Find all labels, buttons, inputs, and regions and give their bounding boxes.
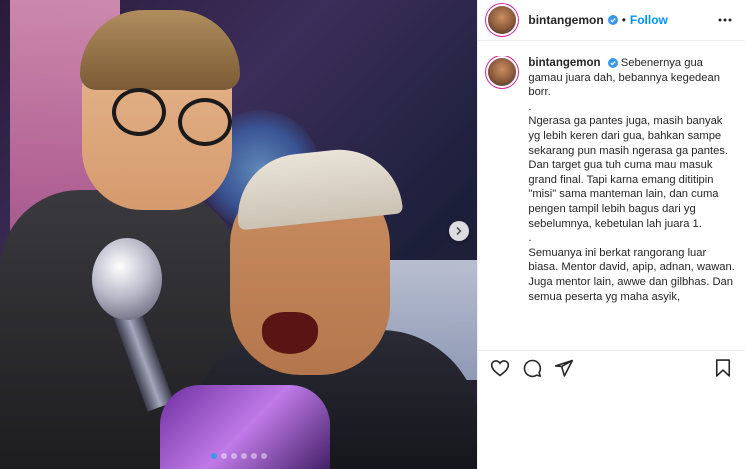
caption-paragraph: . [528, 232, 532, 245]
bookmark-icon [716, 358, 731, 377]
instagram-post: bintangemon • Follow bintangemon Sebener… [0, 0, 745, 469]
avatar[interactable] [488, 58, 517, 86]
verified-badge-icon [607, 15, 618, 25]
person-right-mouth [262, 312, 318, 354]
carousel-dot [230, 453, 237, 459]
carousel-dot [210, 453, 217, 459]
carousel-next-button[interactable] [449, 221, 469, 241]
carousel-indicator [0, 453, 477, 459]
caption-paragraph: Ngerasa ga pantes juga, masih banyak yg … [528, 115, 729, 230]
glasses-right-lens [178, 98, 232, 146]
post-actions [478, 350, 745, 384]
heart-icon [491, 359, 510, 377]
comment-button[interactable] [520, 356, 544, 380]
carousel-dot [240, 453, 247, 459]
save-button[interactable] [711, 356, 735, 380]
chevron-right-icon [456, 226, 462, 236]
caption-comment: bintangemon Sebenernya gua gamau juara d… [478, 56, 745, 304]
caption-paragraph: Semuanya ini berkat rangorang luar biasa… [528, 246, 735, 303]
post-header: bintangemon • Follow [478, 0, 745, 41]
verified-badge-icon [607, 58, 618, 69]
share-button[interactable] [552, 356, 576, 380]
more-options-button[interactable] [715, 10, 735, 30]
separator-dot: • [621, 13, 626, 27]
carousel-dot [250, 453, 257, 459]
comments-section[interactable]: bintangemon Sebenernya gua gamau juara d… [478, 56, 745, 342]
avatar[interactable] [488, 6, 517, 34]
header-username[interactable]: bintangemon [528, 13, 603, 27]
caption-body: bintangemon Sebenernya gua gamau juara d… [528, 56, 735, 304]
comment-bubble-icon [524, 359, 542, 377]
trophy-microphone [92, 238, 162, 320]
share-paper-plane-icon [555, 359, 574, 377]
post-side-panel: bintangemon • Follow bintangemon Sebener… [477, 0, 745, 469]
caption-username[interactable]: bintangemon [528, 57, 600, 69]
carousel-dot [260, 453, 267, 459]
carousel-dot [220, 453, 227, 459]
like-button[interactable] [488, 356, 512, 380]
post-photo[interactable] [0, 0, 478, 469]
more-dots-icon [718, 18, 732, 22]
caption-paragraph: . [528, 100, 532, 113]
glasses-left-lens [112, 88, 166, 136]
follow-button[interactable]: Follow [630, 13, 668, 27]
